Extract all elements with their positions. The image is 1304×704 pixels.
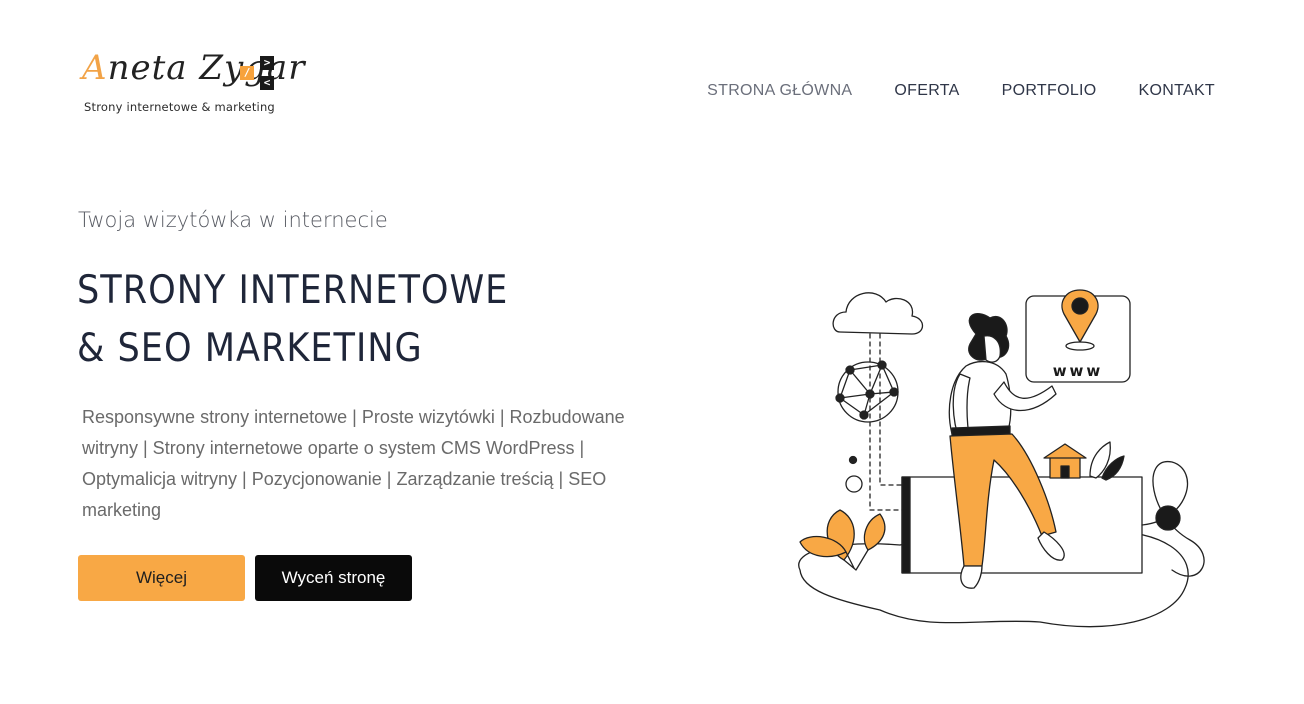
nav-item-contact[interactable]: KONTAKT	[1139, 82, 1215, 100]
logo-initial: A	[82, 48, 108, 88]
www-label: www	[1053, 362, 1104, 380]
logo-lt-badge: <	[260, 76, 274, 90]
hero-description: Responsywne strony internetowe | Proste …	[82, 407, 625, 520]
nav-item-portfolio[interactable]: PORTFOLIO	[1002, 82, 1097, 100]
more-button[interactable]: Więcej	[78, 555, 245, 601]
logo-slash-badge: /	[240, 66, 254, 80]
house-icon	[1043, 443, 1087, 479]
quote-button[interactable]: Wyceń stronę	[255, 555, 412, 601]
site-logo[interactable]: Aneta Zygar / > < Strony internetowe & m…	[82, 46, 304, 122]
plant-left-icon	[799, 509, 886, 571]
hero-illustration: www	[798, 289, 1205, 628]
logo-gt-badge: >	[260, 56, 274, 70]
logo-tagline: Strony internetowe & marketing	[84, 100, 275, 114]
hero-subtitle: Twoja wizytówka w internecie	[78, 208, 388, 232]
hero-title-line-2: & SEO MARKETING	[77, 326, 423, 371]
nav-item-offer[interactable]: OFERTA	[894, 82, 959, 100]
main-nav: STRONA GŁÓWNA OFERTA PORTFOLIO KONTAKT	[707, 82, 1215, 100]
hero-title-line-1: STRONY INTERNETOWE	[77, 268, 509, 313]
hero-title: STRONY INTERNETOWE & SEO MARKETING	[77, 262, 537, 378]
cloud-icon	[832, 292, 924, 335]
nav-item-home[interactable]: STRONA GŁÓWNA	[707, 82, 852, 100]
network-node-icon	[835, 360, 899, 423]
logo-code-badges: / > <	[236, 54, 280, 94]
